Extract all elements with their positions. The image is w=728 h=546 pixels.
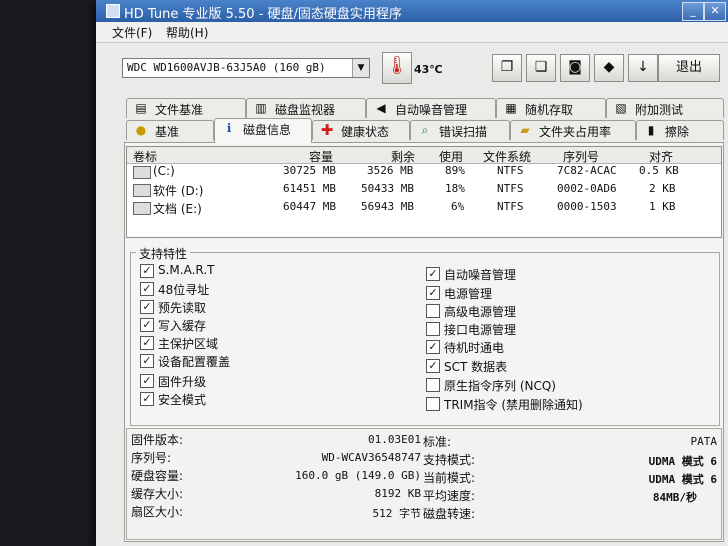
disk-monitor-icon: ▥ — [255, 101, 267, 115]
disk-tool-icon: ◆ — [603, 59, 615, 75]
camera-icon: ◙ — [568, 59, 582, 75]
checkbox[interactable]: ✓ — [426, 359, 440, 373]
tab-file-benchmark[interactable]: ▤ 文件基准 — [126, 98, 246, 118]
copy-all-icon: ❏ — [534, 59, 548, 75]
checkbox[interactable] — [426, 378, 440, 392]
copy-button[interactable]: ❐ — [492, 54, 522, 82]
firmware-value: 01.03E01 — [368, 433, 421, 446]
random-access-icon: ▦ — [505, 101, 517, 115]
avg-speed-value: 84MB/秒 — [652, 491, 697, 504]
temperature-readout: 43℃ — [414, 63, 443, 76]
screenshot-button[interactable]: ◙ — [560, 54, 590, 82]
sector-size-value: 512 字节 — [372, 507, 422, 520]
tab-disk-info[interactable]: ℹ 磁盘信息 — [214, 118, 312, 143]
checkbox[interactable] — [426, 322, 440, 336]
checkbox[interactable] — [426, 304, 440, 318]
checkbox[interactable]: ✓ — [140, 264, 154, 278]
tab-error-scan[interactable]: ⌕ 错误扫描 — [410, 120, 510, 140]
checkbox[interactable]: ✓ — [426, 340, 440, 354]
table-row[interactable]: (C:) 30725 MB 3526 MB 89% NTFS 7C82-ACAC… — [127, 163, 721, 181]
checkbox[interactable]: ✓ — [426, 267, 440, 281]
hdtune-window: HD Tune 专业版 5.50 - 硬盘/固态硬盘实用程序 _ ✕ 文件(F)… — [96, 0, 728, 546]
file-benchmark-icon: ▤ — [135, 101, 147, 115]
cache-label: 缓存大小: — [131, 487, 184, 501]
tab-benchmark[interactable]: ● 基准 — [126, 120, 214, 140]
tab-disk-monitor[interactable]: ▥ 磁盘监视器 — [246, 98, 366, 118]
menu-help[interactable]: 帮助(H) — [166, 24, 208, 41]
standard-value: PATA — [690, 435, 718, 448]
disk-icon — [133, 202, 151, 215]
tab-folder-usage[interactable]: ▰ 文件夹占用率 — [510, 120, 636, 140]
firmware-label: 固件版本: — [131, 433, 184, 447]
standard-label: 标准: — [423, 435, 452, 449]
checkbox[interactable]: ✓ — [140, 318, 154, 332]
disk-tool-button[interactable]: ◆ — [594, 54, 624, 82]
avg-speed-label: 平均速度: — [423, 489, 476, 503]
table-row[interactable]: 文档 (E:) 60447 MB 56943 MB 6% NTFS 0000-1… — [127, 199, 721, 217]
drive-select-value: WDC WD1600AVJB-63J5A0 (160 gB) — [127, 61, 326, 74]
title-bar: HD Tune 专业版 5.50 - 硬盘/固态硬盘实用程序 _ ✕ — [96, 0, 728, 22]
checkbox[interactable]: ✓ — [140, 336, 154, 350]
capacity-label: 硬盘容量: — [131, 469, 184, 483]
volume-table-header: 卷标 容量 剩余 使用 文件系统 序列号 对齐 — [127, 147, 721, 164]
disk-details: 固件版本: 01.03E01 序列号: WD-WCAV36548747 硬盘容量… — [126, 428, 722, 540]
minimize-button[interactable]: _ — [682, 2, 704, 21]
capacity-value: 160.0 gB (149.0 GB) — [295, 469, 421, 482]
serial-value: WD-WCAV36548747 — [321, 451, 421, 464]
volume-table[interactable]: 卷标 容量 剩余 使用 文件系统 序列号 对齐 (C:) 30725 MB 35… — [126, 146, 722, 238]
download-icon: ↓ — [637, 59, 649, 75]
menu-file[interactable]: 文件(F) — [112, 24, 152, 41]
extra-tests-icon: ▧ — [615, 101, 627, 115]
tab-random-access[interactable]: ▦ 随机存取 — [496, 98, 606, 118]
benchmark-icon: ● — [135, 123, 147, 137]
current-mode-label: 当前模式: — [423, 471, 476, 485]
magnifier-icon: ⌕ — [421, 123, 429, 137]
window-title: HD Tune 专业版 5.50 - 硬盘/固态硬盘实用程序 — [124, 7, 402, 22]
tab-erase[interactable]: ▮ 擦除 — [636, 120, 724, 140]
table-row[interactable]: 软件 (D:) 61451 MB 50433 MB 18% NTFS 0002-… — [127, 181, 721, 199]
thermometer-icon: 🌡 — [382, 52, 412, 84]
menu-bar: 文件(F) 帮助(H) — [96, 22, 728, 43]
checkbox[interactable] — [426, 397, 440, 411]
cache-value: 8192 KB — [374, 487, 421, 500]
exit-button[interactable]: 退出 — [658, 54, 720, 82]
features-group — [130, 252, 720, 426]
disk-icon — [133, 166, 151, 179]
tab-extra-tests[interactable]: ▧ 附加测试 — [606, 98, 724, 118]
tab-health[interactable]: ✚ 健康状态 — [312, 120, 410, 140]
copy-all-button[interactable]: ❏ — [526, 54, 556, 82]
sector-size-label: 扇区大小: — [131, 505, 184, 519]
checkbox[interactable]: ✓ — [426, 286, 440, 300]
copy-icon: ❐ — [500, 59, 514, 75]
info-icon: ℹ — [226, 121, 232, 135]
trash-icon: ▮ — [647, 123, 655, 137]
supported-mode-label: 支持模式: — [423, 453, 476, 467]
checkbox[interactable]: ✓ — [140, 374, 154, 388]
health-cross-icon: ✚ — [320, 121, 334, 139]
tab-acoustic-management[interactable]: ◀ 自动噪音管理 — [366, 98, 496, 118]
checkbox[interactable]: ✓ — [140, 282, 154, 296]
disk-icon — [133, 184, 151, 197]
folder-icon: ▰ — [520, 123, 530, 137]
serial-label: 序列号: — [131, 451, 172, 465]
chevron-down-icon[interactable]: ▼ — [352, 59, 369, 77]
features-group-label: 支持特性 — [136, 245, 191, 262]
current-mode-value: UDMA 模式 6 — [648, 473, 717, 486]
checkbox[interactable]: ✓ — [140, 354, 154, 368]
close-button[interactable]: ✕ — [704, 2, 726, 21]
speaker-icon: ◀ — [376, 101, 386, 115]
save-button[interactable]: ↓ — [628, 54, 658, 82]
app-icon — [106, 4, 120, 18]
drive-select[interactable]: WDC WD1600AVJB-63J5A0 (160 gB) ▼ — [122, 58, 370, 78]
checkbox[interactable]: ✓ — [140, 300, 154, 314]
supported-mode-value: UDMA 模式 6 — [648, 455, 717, 468]
checkbox[interactable]: ✓ — [140, 392, 154, 406]
toolbar: WDC WD1600AVJB-63J5A0 (160 gB) ▼ 🌡 43℃ ❐… — [96, 44, 728, 90]
rpm-label: 磁盘转速: — [423, 507, 476, 521]
